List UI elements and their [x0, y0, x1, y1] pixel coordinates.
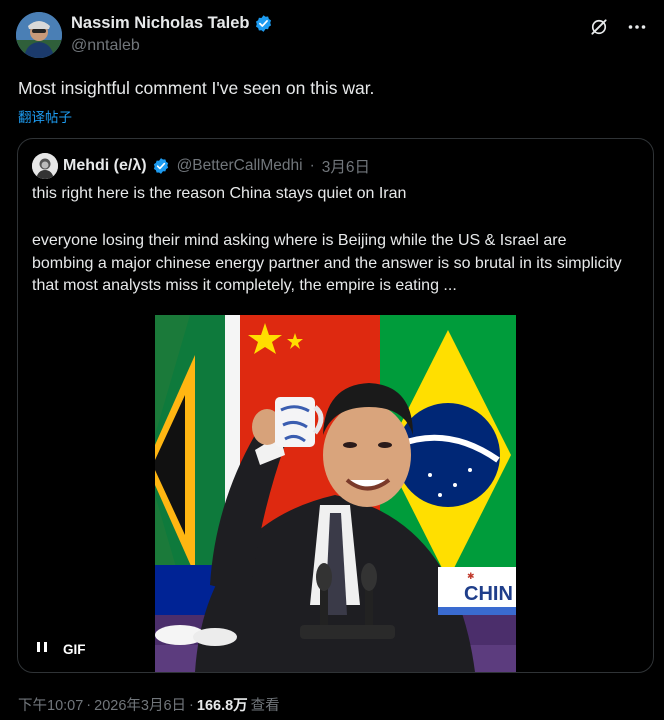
quote-text-paragraph: everyone losing their mind asking where …	[32, 232, 622, 294]
translate-post-link[interactable]: 翻译帖子	[18, 106, 72, 126]
meta-separator: ·	[189, 696, 194, 713]
quote-gif-media[interactable]: ✱ CHIN	[155, 315, 516, 672]
quote-author-display-name: Mehdi (e/λ)	[63, 157, 147, 174]
name-plate-text: CHIN	[464, 583, 513, 605]
tweet-header: Nassim Nicholas Taleb @nntaleb	[16, 12, 648, 62]
verified-badge-icon	[152, 157, 170, 175]
grok-icon[interactable]	[588, 16, 610, 38]
verified-badge-icon[interactable]	[254, 14, 273, 33]
gif-controls: GIF	[36, 640, 86, 658]
views-label: 查看	[250, 698, 280, 714]
author-avatar[interactable]	[16, 12, 62, 58]
quote-text-line1: this right here is the reason China stay…	[32, 185, 407, 202]
author-display-name[interactable]: Nassim Nicholas Taleb	[71, 14, 250, 33]
tweet-text: Most insightful comment I've seen on thi…	[18, 78, 375, 98]
author-handle[interactable]: @nntaleb	[71, 37, 273, 55]
quote-author-handle: @BetterCallMedhi	[176, 157, 303, 174]
views-count: 166.8万	[196, 698, 248, 714]
quoted-tweet-card[interactable]: Mehdi (e/λ) @BetterCallMedhi · 3月6日 this…	[17, 138, 654, 673]
meta-separator: ·	[86, 696, 92, 713]
quote-separator: ·	[309, 157, 315, 174]
tweet-time[interactable]: 下午10:07	[18, 694, 83, 715]
more-icon[interactable]	[626, 16, 648, 38]
tweet-meta: 下午10:07 · 2026年3月6日 · 166.8万 查看	[18, 694, 280, 715]
gif-badge: GIF	[63, 641, 86, 657]
tweet-date[interactable]: 2026年3月6日	[94, 694, 186, 715]
quote-date: 3月6日	[321, 159, 370, 176]
svg-text:✱: ✱	[467, 571, 475, 581]
quote-author-avatar	[32, 153, 58, 179]
pause-icon[interactable]	[36, 640, 48, 658]
